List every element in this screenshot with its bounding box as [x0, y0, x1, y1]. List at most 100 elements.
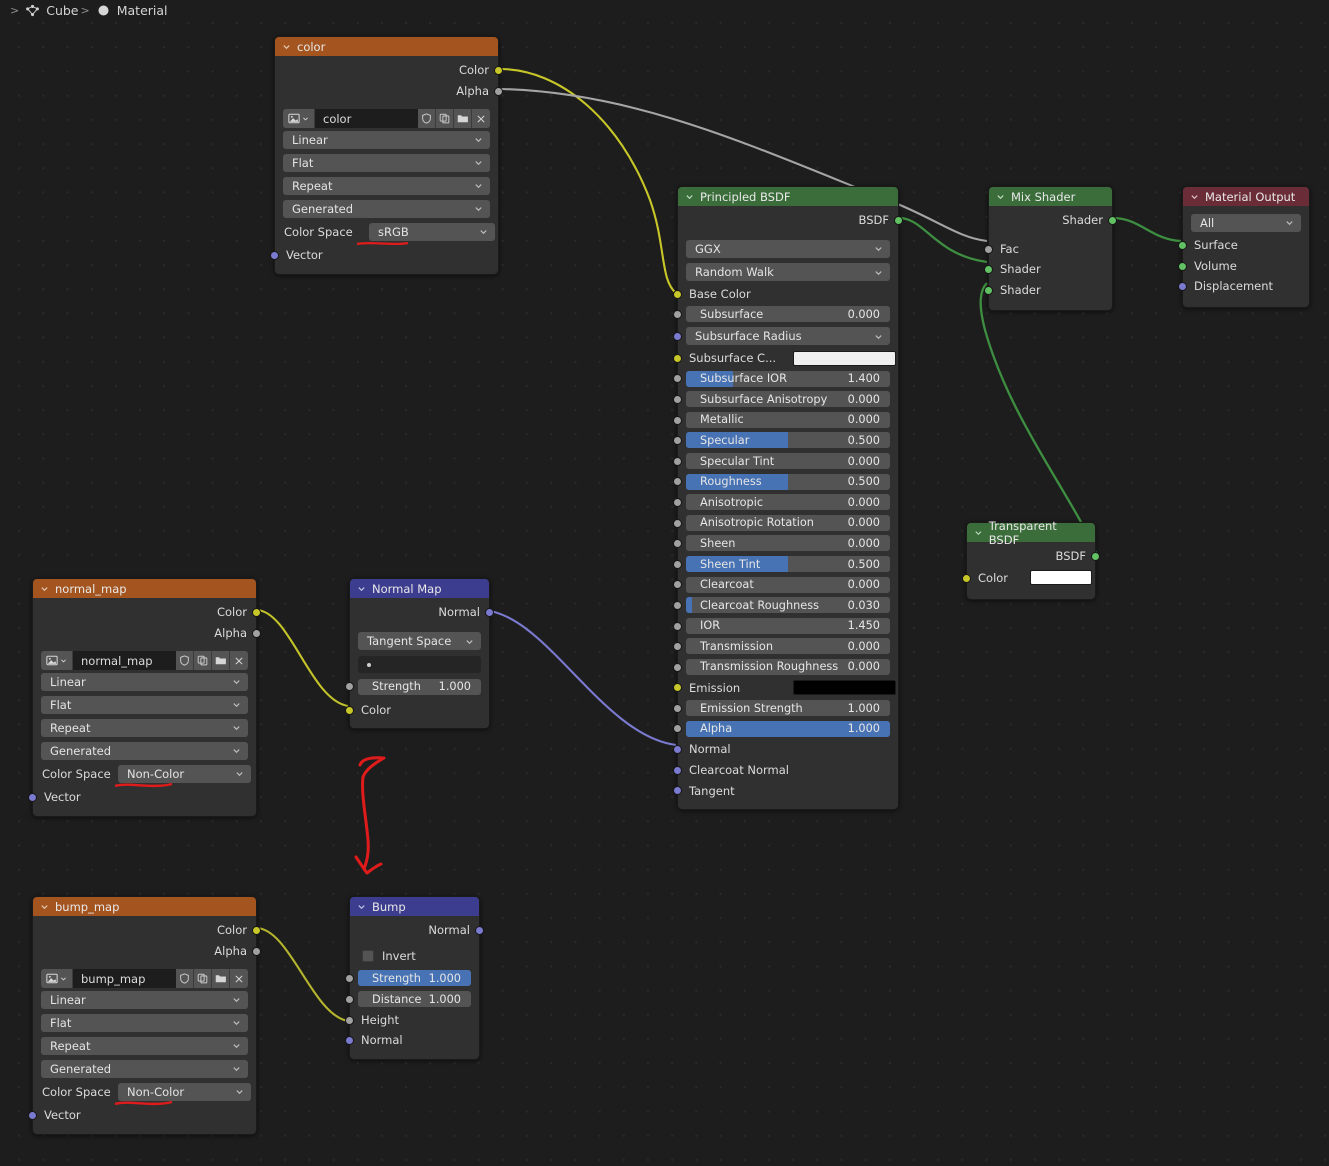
socket-in-subsurface-radius[interactable] — [673, 331, 682, 341]
socket-in-vector[interactable] — [28, 1111, 37, 1121]
slider-clearcoat[interactable]: Clearcoat 0.000 — [686, 576, 890, 593]
dropdown-projection[interactable]: Flat — [41, 1013, 248, 1032]
node-header[interactable]: Principled BSDF — [678, 187, 898, 206]
node-normal-map[interactable]: Normal Map Normal Tangent Space Strength… — [345, 578, 494, 730]
node-header[interactable]: Bump — [350, 897, 479, 916]
image-name-field[interactable]: bump_map — [73, 969, 176, 989]
dropdown-color-space[interactable]: Non-Color — [118, 1082, 251, 1101]
image-name-field[interactable]: normal_map — [73, 651, 176, 671]
dropdown-interpolation[interactable]: Linear — [283, 130, 490, 149]
slider-transmission[interactable]: Transmission 0.000 — [686, 638, 890, 655]
socket-in-subsurface-anisotropy[interactable] — [673, 394, 682, 404]
socket-in-normal[interactable] — [673, 745, 682, 755]
socket-in-surface[interactable] — [1178, 241, 1187, 250]
socket-in-alpha[interactable] — [673, 724, 682, 734]
socket-out-bsdf[interactable] — [1091, 552, 1100, 561]
socket-in-fac[interactable] — [984, 244, 993, 254]
image-name-field[interactable]: color — [315, 109, 418, 129]
dropdown-source[interactable]: Generated — [41, 1059, 248, 1078]
node-bump[interactable]: Bump Normal Invert Strength 1.000 Distan… — [345, 896, 484, 1060]
socket-in-subsurface-c[interactable] — [673, 353, 682, 363]
socket-in-distance[interactable] — [345, 994, 354, 1004]
socket-out-alpha[interactable] — [494, 86, 503, 96]
slider-alpha[interactable]: Alpha 1.000 — [686, 720, 890, 737]
node-header[interactable]: normal_map — [33, 579, 256, 598]
slider-metallic[interactable]: Metallic 0.000 — [686, 411, 890, 428]
socket-in-shader-1[interactable] — [984, 265, 993, 275]
socket-out-alpha[interactable] — [252, 946, 261, 956]
socket-in-anisotropic[interactable] — [673, 497, 682, 507]
socket-in-vector[interactable] — [270, 251, 279, 261]
socket-in-clearcoat-normal[interactable] — [673, 765, 682, 775]
node-header[interactable]: Normal Map — [350, 579, 489, 598]
socket-in-volume[interactable] — [1178, 261, 1187, 271]
socket-in-strength[interactable] — [345, 681, 354, 691]
color-swatch-transparent[interactable] — [1030, 570, 1092, 586]
dropdown-projection[interactable]: Flat — [41, 695, 248, 714]
socket-in-anisotropic-rotation[interactable] — [673, 518, 682, 528]
close-icon[interactable] — [230, 651, 248, 671]
dropdown-extension[interactable]: Repeat — [41, 1036, 248, 1055]
copy-icon[interactable] — [194, 969, 212, 989]
slider-specular-tint[interactable]: Specular Tint 0.000 — [686, 453, 890, 470]
breadcrumb-item-cube[interactable]: Cube — [26, 3, 79, 18]
socket-out-alpha[interactable] — [252, 628, 261, 638]
slider-ior[interactable]: IOR 1.450 — [686, 617, 890, 634]
socket-in-vector[interactable] — [28, 793, 37, 803]
slider-distance[interactable]: Distance 1.000 — [358, 991, 471, 1008]
socket-in-color[interactable] — [962, 573, 971, 583]
folder-icon[interactable] — [212, 969, 230, 989]
socket-in-height[interactable] — [345, 1015, 354, 1025]
breadcrumb-item-material[interactable]: Material — [97, 3, 168, 18]
dropdown-projection[interactable]: Flat — [283, 153, 490, 172]
image-browse-button[interactable] — [41, 969, 73, 989]
socket-in-color[interactable] — [345, 705, 354, 715]
slider-subsurface-ior[interactable]: Subsurface IOR 1.400 — [686, 370, 890, 387]
image-datablock-row[interactable]: normal_map — [41, 651, 248, 671]
dropdown-subsurface-radius[interactable]: Subsurface Radius — [686, 327, 890, 346]
node-image-texture-bump-map[interactable]: bump_map Color Alpha bump_map Linear Fla… — [28, 896, 261, 1135]
socket-in-sheen[interactable] — [673, 539, 682, 549]
socket-in-normal[interactable] — [345, 1036, 354, 1046]
socket-out-normal[interactable] — [475, 926, 484, 935]
image-browse-button[interactable] — [41, 651, 73, 671]
node-principled-bsdf[interactable]: Principled BSDF BSDF GGX Random Walk Bas… — [673, 186, 903, 810]
slider-anisotropic-rotation[interactable]: Anisotropic Rotation 0.000 — [686, 514, 890, 531]
copy-icon[interactable] — [194, 651, 212, 671]
socket-in-clearcoat-roughness[interactable] — [673, 600, 682, 610]
socket-out-bsdf[interactable] — [894, 216, 903, 225]
close-icon[interactable] — [230, 969, 248, 989]
socket-out-color[interactable] — [252, 926, 261, 935]
node-header[interactable]: color — [275, 37, 498, 56]
shield-icon[interactable] — [176, 969, 194, 989]
folder-icon[interactable] — [212, 651, 230, 671]
shield-icon[interactable] — [176, 651, 194, 671]
color-swatch-subsurface-c-[interactable] — [793, 350, 896, 366]
node-mix-shader[interactable]: Mix Shader Shader Fac Shader Shader — [984, 186, 1117, 312]
socket-in-shader-2[interactable] — [984, 285, 993, 295]
slider-specular[interactable]: Specular 0.500 — [686, 432, 890, 449]
slider-anisotropic[interactable]: Anisotropic 0.000 — [686, 494, 890, 511]
socket-out-color[interactable] — [494, 66, 503, 75]
image-datablock-row[interactable]: bump_map — [41, 969, 248, 989]
node-image-texture-color[interactable]: color Color Alpha color Linear Flat Repe… — [270, 36, 503, 275]
slider-clearcoat-roughness[interactable]: Clearcoat Roughness 0.030 — [686, 597, 890, 614]
uv-map-field[interactable] — [358, 656, 481, 674]
slider-subsurface[interactable]: Subsurface 0.000 — [686, 306, 890, 323]
node-header[interactable]: Material Output — [1183, 187, 1309, 206]
node-editor-canvas[interactable]: > Cube > Material color Color Alpha colo… — [0, 0, 1329, 1166]
color-swatch-emission[interactable] — [793, 680, 896, 696]
dropdown-distribution[interactable]: GGX — [686, 239, 890, 258]
slider-subsurface-anisotropy[interactable]: Subsurface Anisotropy 0.000 — [686, 391, 890, 408]
socket-in-specular[interactable] — [673, 436, 682, 446]
node-header[interactable]: bump_map — [33, 897, 256, 916]
socket-in-transmission[interactable] — [673, 642, 682, 652]
dropdown-interpolation[interactable]: Linear — [41, 990, 248, 1009]
socket-in-base-color[interactable] — [673, 289, 682, 299]
socket-in-displacement[interactable] — [1178, 282, 1187, 292]
node-material-output[interactable]: Material Output All Surface Volume Displ… — [1178, 186, 1310, 308]
socket-in-specular-tint[interactable] — [673, 456, 682, 466]
checkbox-invert[interactable] — [362, 950, 374, 963]
socket-in-sheen-tint[interactable] — [673, 559, 682, 569]
folder-icon[interactable] — [454, 109, 472, 129]
